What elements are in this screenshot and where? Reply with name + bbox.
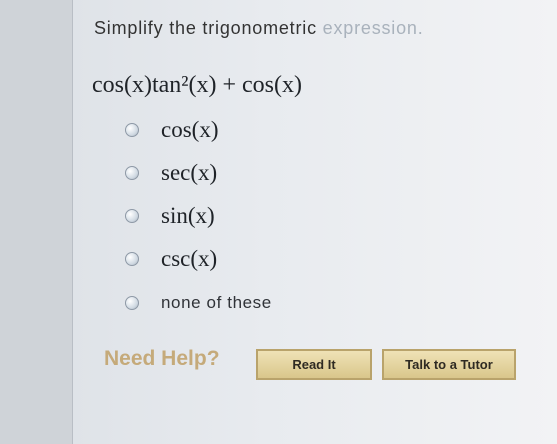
radio-button[interactable] [125,209,139,223]
option-sec[interactable]: sec(x) [125,160,217,186]
prompt-faded-text: expression. [316,18,424,38]
radio-button[interactable] [125,123,139,137]
option-csc[interactable]: csc(x) [125,246,217,272]
option-sin[interactable]: sin(x) [125,203,215,229]
option-label: csc(x) [161,246,218,271]
option-label: none of these [161,293,272,312]
read-it-button[interactable]: Read It [256,349,372,380]
radio-button[interactable] [125,296,139,310]
option-label: sin(x) [161,203,215,228]
radio-button[interactable] [125,166,139,180]
trig-expression: cos(x)tan²(x) + cos(x) [92,72,302,98]
option-label: sec(x) [161,160,218,185]
radio-button[interactable] [125,252,139,266]
option-none[interactable]: none of these [125,293,272,313]
prompt-main-text: Simplify the trigonometric [94,18,317,38]
option-label: cos(x) [161,117,219,142]
option-cos[interactable]: cos(x) [125,117,218,143]
talk-to-tutor-button[interactable]: Talk to a Tutor [382,349,516,380]
need-help-label: Need Help? [104,347,220,370]
question-prompt: Simplify the trigonometric expression. [94,18,424,39]
